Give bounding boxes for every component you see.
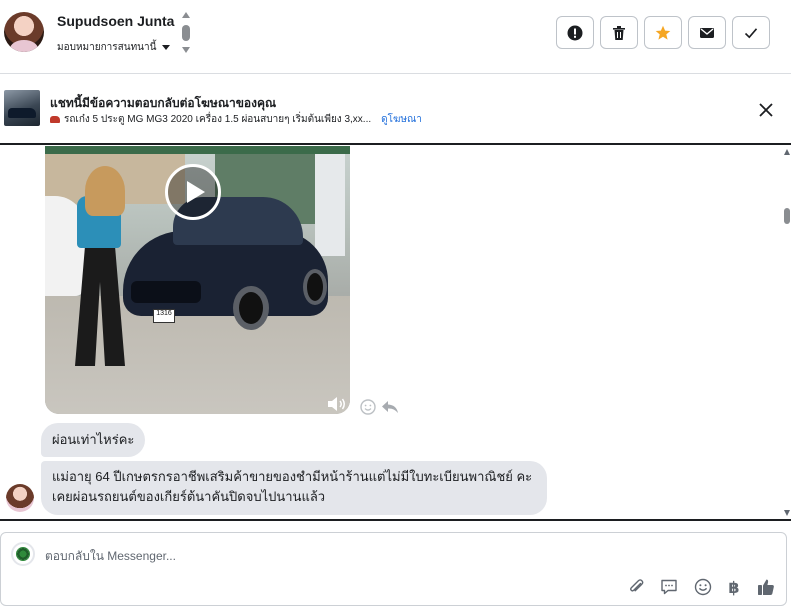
user-name[interactable]: Supudsoen Junta: [57, 13, 174, 29]
assign-label: มอบหมายการสนทนานี้: [57, 42, 157, 53]
delete-button[interactable]: [600, 16, 638, 49]
message-composer: ฿: [0, 532, 787, 606]
car-image: 1316: [123, 191, 328, 331]
scroll-down-icon[interactable]: [784, 510, 790, 516]
thumbs-up-icon: [758, 579, 774, 595]
scrollbar-thumb[interactable]: [784, 208, 790, 224]
report-button[interactable]: [556, 16, 594, 49]
baht-icon: ฿: [728, 577, 740, 597]
paperclip-icon: [630, 579, 644, 592]
car-icon: [50, 116, 60, 123]
attach-button[interactable]: [627, 577, 647, 597]
star-button[interactable]: [644, 16, 682, 49]
page-avatar: [11, 542, 35, 566]
switcher-handle[interactable]: [182, 25, 190, 41]
volume-icon[interactable]: [327, 396, 347, 412]
emoji-icon: [694, 578, 712, 596]
assign-conversation-dropdown[interactable]: มอบหมายการสนทนานี้: [57, 40, 171, 55]
header-actions: [556, 16, 770, 49]
play-icon[interactable]: [165, 164, 221, 220]
conversation-switcher[interactable]: [181, 12, 191, 56]
arrow-down-icon[interactable]: [182, 47, 190, 53]
message-bubble[interactable]: ผ่อนเท่าไหร่คะ: [41, 423, 146, 457]
saved-replies-button[interactable]: [659, 577, 679, 597]
person-image: [65, 166, 140, 371]
banner-title: แชทนี้มีข้อความตอบกลับต่อโฆษณาของคุณ: [50, 96, 277, 110]
payment-button[interactable]: ฿: [724, 577, 744, 597]
ad-thumbnail[interactable]: [4, 90, 40, 126]
star-icon: [655, 25, 671, 40]
banner-subtitle: รถเก๋ง 5 ประตู MG MG3 2020 เครื่อง 1.5 ผ…: [64, 114, 372, 125]
trash-icon: [613, 25, 625, 40]
mail-icon: [700, 27, 714, 38]
chat-bubble-icon: [661, 579, 677, 595]
message-bubble[interactable]: แม่อายุ 64 ปีเกษตรกรอาชีพเสริมค้าขายของช…: [41, 461, 547, 515]
mark-unread-button[interactable]: [688, 16, 726, 49]
conversation-scrollbar[interactable]: [783, 146, 791, 520]
emoji-button[interactable]: [693, 577, 713, 597]
emoji-react-icon[interactable]: [360, 399, 376, 415]
reply-input[interactable]: [45, 547, 645, 565]
video-attachment[interactable]: 1316: [45, 146, 350, 414]
caret-down-icon: [162, 45, 171, 50]
scroll-up-icon[interactable]: [784, 149, 790, 155]
check-icon: [744, 27, 758, 38]
arrow-up-icon[interactable]: [182, 12, 190, 18]
close-icon[interactable]: [757, 101, 775, 119]
ad-reply-banner: แชทนี้มีข้อความตอบกลับต่อโฆษณาของคุณ รถเ…: [0, 74, 791, 145]
mark-done-button[interactable]: [732, 16, 770, 49]
license-plate: 1316: [153, 309, 175, 323]
conversation-thread[interactable]: 1316 ผ่อนเท่าไหร่คะ แม่อายุ 64 ปีเกษตรกร…: [0, 146, 791, 520]
reply-icon[interactable]: [381, 399, 399, 415]
user-avatar[interactable]: [4, 12, 44, 52]
report-icon: [567, 25, 583, 40]
conversation-header: Supudsoen Junta มอบหมายการสนทนานี้: [0, 0, 791, 74]
banner-subtitle-row: รถเก๋ง 5 ประตู MG MG3 2020 เครื่อง 1.5 ผ…: [50, 112, 422, 127]
sender-avatar: [6, 484, 34, 512]
view-ad-link[interactable]: ดูโฆษณา: [381, 112, 422, 127]
like-button[interactable]: [756, 577, 776, 597]
divider: [0, 519, 791, 521]
